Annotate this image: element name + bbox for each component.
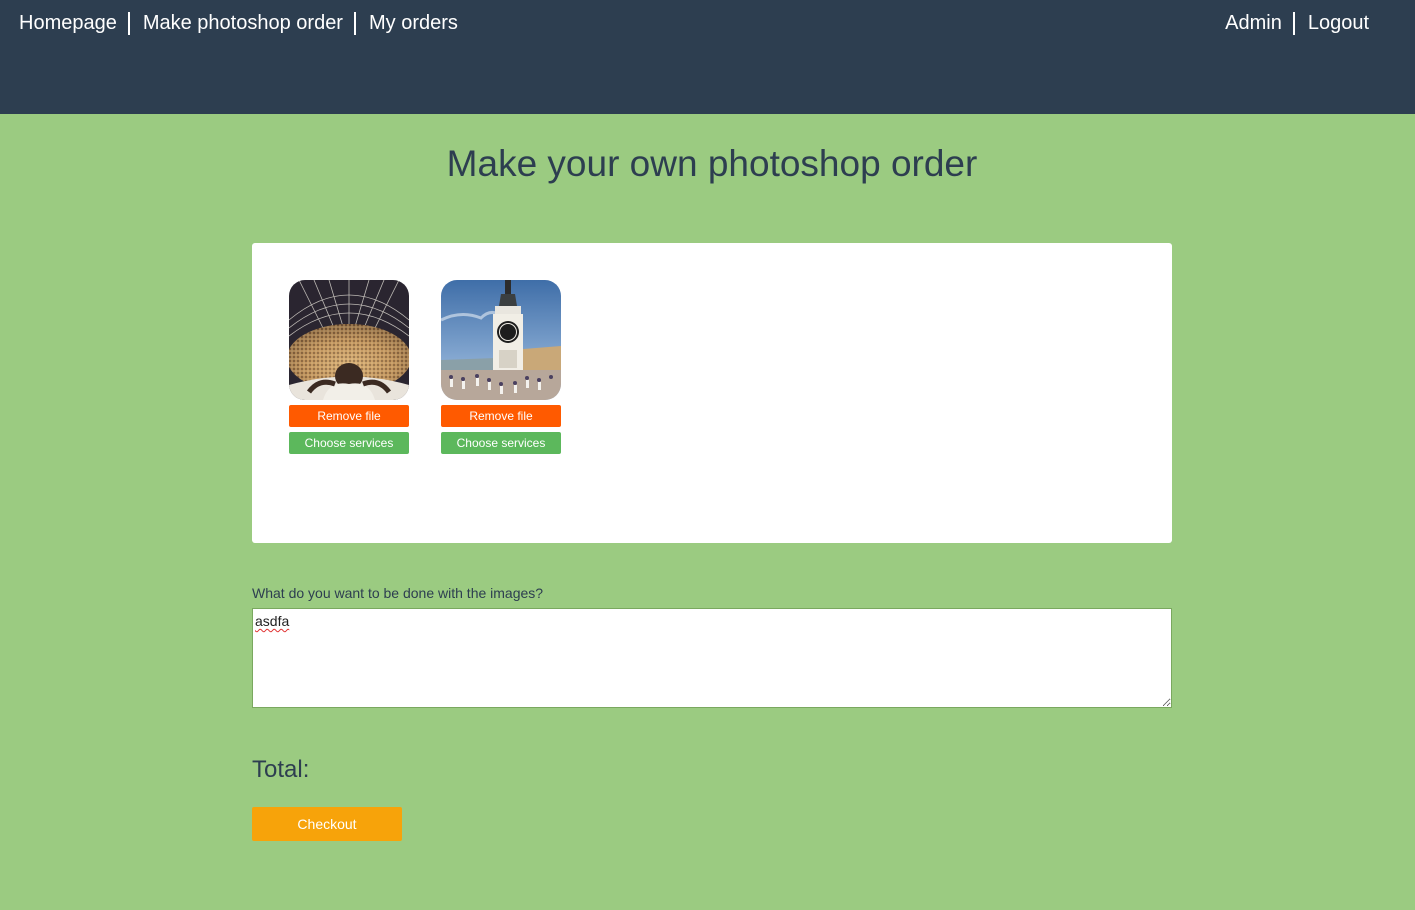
nav-right-group: Admin Logout <box>1225 11 1369 35</box>
file-upload-panel[interactable]: Remove file Choose services Remove file … <box>252 243 1172 543</box>
remove-file-button[interactable]: Remove file <box>441 405 561 427</box>
instructions-textarea[interactable] <box>252 608 1172 708</box>
nav-left-group: Homepage Make photoshop order My orders <box>19 11 458 35</box>
page-title: Make your own photoshop order <box>446 143 978 184</box>
checkout-button[interactable]: Checkout <box>252 807 402 841</box>
choose-services-button[interactable]: Choose services <box>441 432 561 454</box>
concert-crowd-thumbnail <box>289 280 409 400</box>
remove-file-button[interactable]: Remove file <box>289 405 409 427</box>
nav-logout-link[interactable]: Logout <box>1308 11 1369 35</box>
nav-divider <box>127 11 130 35</box>
top-navbar: Homepage Make photoshop order My orders … <box>0 0 1415 114</box>
clock-tower-thumbnail <box>441 280 561 400</box>
nav-divider <box>1292 11 1295 35</box>
nav-admin-link[interactable]: Admin <box>1225 11 1282 35</box>
instructions-label: What do you want to be done with the ima… <box>252 585 544 601</box>
file-card: Remove file Choose services <box>441 280 561 454</box>
nav-divider <box>353 11 356 35</box>
nav-my-orders-link[interactable]: My orders <box>369 11 458 35</box>
nav-homepage-link[interactable]: Homepage <box>19 11 117 35</box>
nav-make-order-link[interactable]: Make photoshop order <box>143 11 343 35</box>
choose-services-button[interactable]: Choose services <box>289 432 409 454</box>
total-label: Total: <box>252 756 310 783</box>
file-card: Remove file Choose services <box>289 280 409 454</box>
